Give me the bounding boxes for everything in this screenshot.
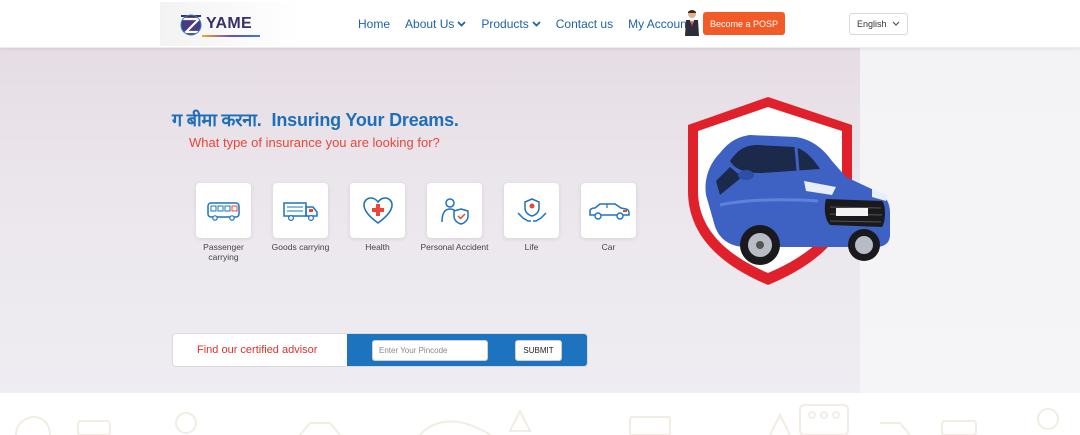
advisor-search-bar: Find our certified advisor SUBMIT	[172, 333, 588, 367]
nav-contact-us-label: Contact us	[555, 17, 614, 31]
chevron-down-icon	[532, 21, 541, 27]
posp-agent-icon	[685, 10, 699, 36]
category-card[interactable]	[427, 183, 482, 238]
become-posp-button[interactable]: Become a POSP	[703, 12, 785, 35]
category-card[interactable]	[581, 183, 636, 238]
language-selected: English	[857, 19, 887, 29]
hero-tagline: ग बीमा करना. Insuring Your Dreams.	[172, 108, 459, 132]
category-label: Health	[365, 242, 390, 252]
tagline-hindi: ग बीमा करना.	[172, 110, 262, 130]
language-select[interactable]: English	[849, 13, 908, 35]
category-health[interactable]: Health	[339, 183, 416, 262]
hero-subtitle: What type of insurance you are looking f…	[189, 135, 440, 150]
faded-icon-strip	[0, 393, 1080, 435]
submit-button[interactable]: SUBMIT	[515, 340, 562, 361]
category-car[interactable]: Car	[570, 183, 647, 262]
insurance-category-list: Passenger carrying Goods carrying Health…	[185, 183, 647, 262]
chevron-down-icon	[892, 21, 900, 26]
nav-about-us-label: About Us	[405, 17, 455, 31]
category-life[interactable]: Life	[493, 183, 570, 262]
truck-icon	[282, 201, 318, 221]
nav-products[interactable]: Products	[481, 17, 541, 31]
logo-underline	[202, 35, 260, 37]
pincode-input[interactable]	[372, 340, 488, 361]
advisor-label: Find our certified advisor	[173, 334, 347, 366]
nav-home-label: Home	[358, 17, 391, 31]
category-card[interactable]	[273, 183, 328, 238]
tagline-english: Insuring Your Dreams.	[271, 110, 459, 130]
person-shield-icon	[440, 197, 469, 225]
category-card[interactable]	[196, 183, 251, 238]
car-icon	[588, 202, 630, 220]
category-card[interactable]	[350, 183, 405, 238]
logo[interactable]: YAME	[160, 2, 300, 46]
advisor-search-panel: SUBMIT	[347, 334, 587, 366]
category-personal-accident[interactable]: Personal Accident	[416, 183, 493, 262]
hands-shield-icon	[516, 197, 547, 222]
nav-contact-us[interactable]: Contact us	[556, 17, 613, 31]
nav-about-us[interactable]: About Us	[405, 17, 467, 31]
main-nav: Home About Us Products Contact us My Acc…	[358, 0, 705, 48]
logo-text: YAME	[206, 15, 252, 32]
category-label: Life	[524, 242, 539, 252]
category-label: Car	[601, 242, 616, 252]
faded-decorative-icons	[15, 404, 1059, 435]
chevron-down-icon	[457, 21, 467, 27]
bus-icon	[206, 201, 240, 221]
globe-logo-icon	[180, 14, 202, 36]
category-label: Personal Accident	[420, 242, 489, 252]
heart-cross-icon	[362, 196, 393, 224]
car-shield-illustration	[688, 97, 890, 285]
category-passenger-carrying[interactable]: Passenger carrying	[185, 183, 262, 262]
category-card[interactable]	[504, 183, 559, 238]
nav-products-label: Products	[481, 17, 529, 31]
site-header: YAME Home About Us Products Contact us M…	[0, 0, 1080, 48]
category-label: Passenger carrying	[203, 242, 244, 262]
nav-my-account[interactable]: My Account	[628, 17, 690, 31]
nav-my-account-label: My Account	[628, 17, 691, 31]
hero-section: ग बीमा करना. Insuring Your Dreams. What t…	[0, 48, 1080, 393]
category-label: Goods carrying	[271, 242, 330, 252]
category-goods-carrying[interactable]: Goods carrying	[262, 183, 339, 262]
nav-home[interactable]: Home	[358, 17, 390, 31]
